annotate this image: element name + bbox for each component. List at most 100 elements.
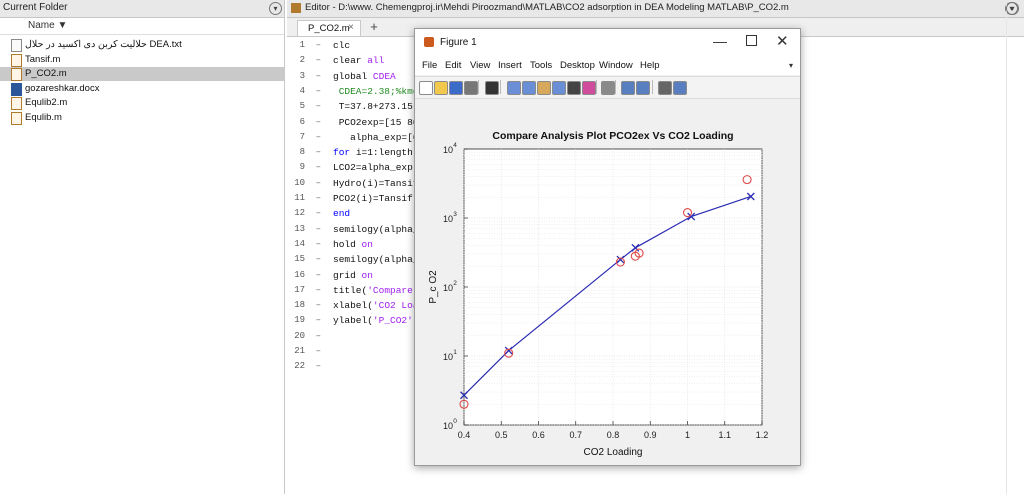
- code-line[interactable]: ylabel('P_CO2'): [333, 315, 419, 330]
- editor-icon: [291, 3, 301, 13]
- code-token: LCO2=alpha_exp(: [333, 162, 419, 174]
- menu-circle-icon[interactable]: ▾: [1006, 2, 1019, 15]
- brush-icon[interactable]: [582, 81, 596, 95]
- file-row[interactable]: حلالیت کربن دی اکسید در حلال DEA.txt: [0, 38, 284, 52]
- file-row[interactable]: P_CO2.m: [0, 67, 284, 81]
- close-button[interactable]: ✕: [776, 32, 789, 50]
- breakpoint-dash[interactable]: –: [316, 346, 321, 356]
- file-name: Equlib2.m: [25, 97, 68, 108]
- figure-title-bar[interactable]: Figure 1 — ✕: [415, 29, 800, 57]
- pan-icon[interactable]: [537, 81, 551, 95]
- breakpoint-dash[interactable]: –: [316, 270, 321, 280]
- tab-p-co2[interactable]: P_CO2.m ×: [297, 20, 361, 36]
- code-line[interactable]: global CDEA: [333, 71, 396, 86]
- legend-icon[interactable]: [636, 81, 650, 95]
- line-number: 5–: [287, 101, 327, 116]
- figure-title: Figure 1: [440, 37, 477, 48]
- breakpoint-dash[interactable]: –: [316, 162, 321, 172]
- line-number-text: 13: [294, 223, 305, 234]
- file-row[interactable]: Tansif.m: [0, 53, 284, 67]
- line-number-text: 8: [299, 147, 305, 158]
- breakpoint-dash[interactable]: –: [316, 239, 321, 249]
- line-number: 20 –: [287, 331, 327, 346]
- code-line[interactable]: LCO2=alpha_exp(: [333, 162, 419, 177]
- breakpoint-dash[interactable]: –: [316, 193, 321, 203]
- menu-insert[interactable]: Insert: [498, 60, 522, 71]
- name-column-header[interactable]: Name ▼: [0, 18, 284, 35]
- code-line[interactable]: hold on: [333, 239, 373, 254]
- breakpoint-dash[interactable]: –: [316, 147, 321, 157]
- new-figure-icon[interactable]: [419, 81, 433, 95]
- plot-area[interactable]: 0.4 0.5 0.6 0.7 0.8 0.9 1 1.1 1.2 10 0 10 1 10 2 10 3 10 4…: [415, 99, 800, 465]
- menu-tools[interactable]: Tools: [530, 60, 552, 71]
- maximize-button[interactable]: [746, 35, 757, 46]
- hide-tools-icon[interactable]: [658, 81, 672, 95]
- breakpoint-dash[interactable]: –: [316, 300, 321, 310]
- code-line[interactable]: clear all: [333, 55, 384, 70]
- rotate-icon[interactable]: [552, 81, 566, 95]
- breakpoint-dash[interactable]: –: [316, 208, 321, 218]
- line-number-text: 20: [294, 330, 305, 341]
- file-name: gozareshkar.docx: [25, 82, 100, 94]
- data-cursor-icon[interactable]: [567, 81, 581, 95]
- y-tick-exponent: 1: [453, 349, 457, 356]
- code-line[interactable]: Hydro(i)=Tansif: [333, 178, 419, 193]
- breakpoint-dash[interactable]: –: [316, 55, 321, 65]
- breakpoint-dash[interactable]: –: [316, 178, 321, 188]
- print-icon[interactable]: [464, 81, 478, 95]
- zoom-in-icon[interactable]: [507, 81, 521, 95]
- breakpoint-dash[interactable]: –: [316, 224, 321, 234]
- breakpoint-dash[interactable]: –: [316, 331, 321, 341]
- file-row[interactable]: Equlib2.m: [0, 96, 284, 110]
- code-line[interactable]: semilogy(alpha_: [333, 224, 419, 239]
- menu-file[interactable]: File: [422, 60, 437, 71]
- code-line[interactable]: title('Compare: [333, 285, 419, 300]
- breakpoint-dash[interactable]: –: [316, 101, 321, 111]
- code-token: end: [333, 208, 351, 220]
- code-line[interactable]: PCO2exp=[15 80: [333, 117, 419, 132]
- file-row[interactable]: Equlib.m: [0, 111, 284, 125]
- menu-window[interactable]: Window: [599, 60, 633, 71]
- code-line[interactable]: for i=1:length(: [333, 147, 419, 162]
- menu-help[interactable]: Help: [640, 60, 660, 71]
- menu-circle-icon[interactable]: ▾: [269, 2, 282, 15]
- code-line[interactable]: grid on: [333, 270, 373, 285]
- code-line[interactable]: CDEA=2.38;%kmo: [333, 86, 419, 101]
- menubar-chevron-icon[interactable]: ▾: [789, 61, 793, 70]
- breakpoint-dash[interactable]: –: [316, 361, 321, 371]
- code-line[interactable]: clc: [333, 40, 350, 55]
- breakpoint-dash[interactable]: –: [316, 117, 321, 127]
- zoom-out-icon[interactable]: [522, 81, 536, 95]
- code-line[interactable]: xlabel('CO2 Loa: [333, 300, 419, 315]
- link-icon[interactable]: [601, 81, 615, 95]
- save-icon[interactable]: [449, 81, 463, 95]
- menu-view[interactable]: View: [470, 60, 490, 71]
- file-name: حلالیت کربن دی اکسید در حلال DEA.txt: [25, 39, 182, 50]
- minimize-button[interactable]: —: [713, 33, 727, 49]
- menu-desktop[interactable]: Desktop: [560, 60, 595, 71]
- breakpoint-dash[interactable]: –: [316, 40, 321, 50]
- close-icon[interactable]: ×: [348, 22, 354, 33]
- breakpoint-dash[interactable]: –: [316, 285, 321, 295]
- breakpoint-dash[interactable]: –: [316, 254, 321, 264]
- code-line[interactable]: T=37.8+273.15;: [333, 101, 419, 116]
- menu-edit[interactable]: Edit: [445, 60, 461, 71]
- colorbar-icon[interactable]: [621, 81, 635, 95]
- code-line[interactable]: end: [333, 208, 350, 223]
- dock-icon[interactable]: [673, 81, 687, 95]
- file-row[interactable]: gozareshkar.docx: [0, 82, 284, 96]
- open-icon[interactable]: [434, 81, 448, 95]
- breakpoint-dash[interactable]: –: [316, 71, 321, 81]
- line-number-text: 12: [294, 208, 305, 219]
- figure-window[interactable]: Figure 1 — ✕ ▾ File Edit View Insert Tools De…: [414, 28, 801, 466]
- pointer-icon[interactable]: [485, 81, 499, 95]
- breakpoint-dash[interactable]: –: [316, 86, 321, 96]
- breakpoint-dash[interactable]: –: [316, 132, 321, 142]
- code-line[interactable]: semilogy(alpha_: [333, 254, 419, 269]
- line-number-text: 5: [299, 101, 305, 112]
- code-line[interactable]: alpha_exp=[0.: [333, 132, 424, 147]
- code-line[interactable]: PCO2(i)=Tansif(: [333, 193, 419, 208]
- code-token: 'P_CO2': [372, 315, 413, 327]
- add-tab-button[interactable]: +: [367, 20, 381, 34]
- breakpoint-dash[interactable]: –: [316, 315, 321, 325]
